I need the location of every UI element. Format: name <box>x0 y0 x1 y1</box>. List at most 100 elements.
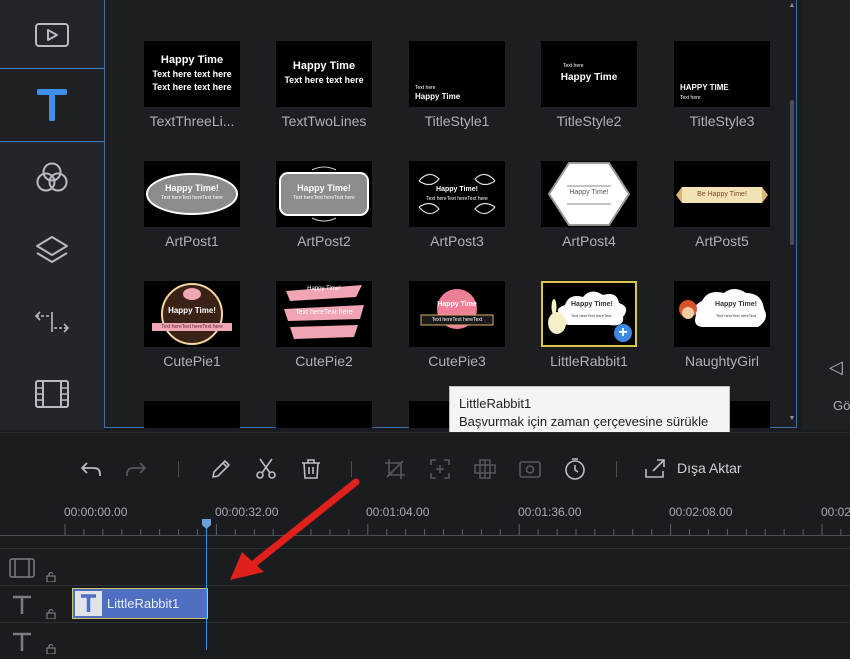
play-icon <box>35 23 69 47</box>
template-label: ArtPost2 <box>297 233 351 249</box>
template-label: ArtPost4 <box>562 233 616 249</box>
preview-line: Text here text here <box>152 82 232 92</box>
sidebar-item-filters[interactable] <box>0 142 104 214</box>
template-tile-cutepie1[interactable]: Happy Time! Text hereText hereText here … <box>144 281 240 369</box>
sidebar-item-overlays[interactable] <box>0 214 104 286</box>
text-icon <box>13 595 31 614</box>
preview-line: Text hereText hereText here <box>161 195 223 201</box>
toolbar-separator <box>351 461 352 477</box>
duration-icon[interactable] <box>563 457 587 481</box>
preview-title: Happy Time! <box>715 301 757 308</box>
template-tile-partial[interactable] <box>144 401 240 428</box>
preview-title: Happy Time! <box>571 301 613 308</box>
add-icon[interactable]: + <box>614 324 632 342</box>
template-tile-artpost1[interactable]: Happy Time! Text hereText hereText here … <box>144 161 240 249</box>
delete-icon[interactable] <box>299 457 323 481</box>
timeline-ruler[interactable]: 00:00:00.00 00:00:32.00 00:01:04.00 00:0… <box>0 502 850 548</box>
template-tile-naughtygirl[interactable]: Happy Time! Text hereText hereText Naugh… <box>674 281 770 369</box>
previous-frame-icon[interactable]: ◁ <box>829 357 843 378</box>
toolbar-separator <box>178 461 179 477</box>
redo-icon[interactable] <box>124 457 148 481</box>
preview-line: Text here <box>415 85 436 91</box>
template-tile-artpost4[interactable]: Happy Time! ArtPost4 <box>541 161 637 249</box>
template-tile-artpost2[interactable]: Happy Time! Text hereText hereText here … <box>276 161 372 249</box>
banner-shape <box>146 173 238 215</box>
template-tile-titlestyle1[interactable]: Text here Happy Time TitleStyle1 <box>409 41 505 129</box>
left-sidebar <box>0 0 104 430</box>
export-icon[interactable] <box>643 457 667 481</box>
banner-shape <box>279 166 369 222</box>
template-tile-cutepie2[interactable]: Happy Time! Text hereText here CutePie2 <box>276 281 372 369</box>
tooltip-title: LittleRabbit1 <box>459 396 532 411</box>
template-tile-titlestyle2[interactable]: Text here Happy Time TitleStyle2 <box>541 41 637 129</box>
preview-line: Text hereText hereText <box>715 313 757 318</box>
pie-shape <box>420 289 494 329</box>
edit-icon[interactable] <box>209 457 233 481</box>
timecode: 00:00:32.00 <box>215 505 279 519</box>
lock-icon[interactable] <box>46 608 56 619</box>
template-tile-partial[interactable] <box>730 401 770 428</box>
template-thumbnail: Happy Time Text hereText hereText <box>409 281 505 347</box>
template-tile-partial[interactable] <box>276 401 372 428</box>
playhead-handle[interactable] <box>201 518 212 530</box>
preview-line: Text hereText here <box>295 309 353 316</box>
track-header <box>0 586 62 622</box>
tooltip-body: Başvurmak için zaman çerçevesine sürükle <box>459 414 709 429</box>
mosaic-icon[interactable] <box>473 457 497 481</box>
scroll-down-icon[interactable]: ▼ <box>787 415 797 422</box>
text-icon <box>37 89 67 121</box>
preview-line: Text here text here <box>152 69 232 79</box>
undo-icon[interactable] <box>79 457 103 481</box>
filter-circles-icon <box>36 162 68 192</box>
toolbar-separator <box>616 461 617 477</box>
preview-title: HAPPY TIME <box>680 83 729 92</box>
lock-icon[interactable] <box>46 571 56 582</box>
template-tile-cutepie3[interactable]: Happy Time Text hereText hereText CutePi… <box>409 281 505 369</box>
template-tile-artpost5[interactable]: Be Happy Time! ArtPost5 <box>674 161 770 249</box>
text-clip[interactable]: LittleRabbit1 <box>72 588 208 619</box>
tooltip: LittleRabbit1 Başvurmak için zaman çerçe… <box>449 386 730 438</box>
template-label: TitleStyle1 <box>424 113 490 129</box>
track-header <box>0 623 62 659</box>
sidebar-item-transitions[interactable] <box>0 286 104 358</box>
editing-toolbar: Dışa Aktar <box>0 432 850 503</box>
template-thumbnail: Text here Happy Time <box>541 41 637 107</box>
preview-line: Text hereText hereText here <box>426 196 488 202</box>
template-thumbnail: Happy Time! Text hereText hereText here <box>409 161 505 227</box>
clip-label: LittleRabbit1 <box>107 596 180 611</box>
scroll-thumb[interactable] <box>790 100 794 245</box>
lock-icon[interactable] <box>46 643 56 654</box>
preview-line: Text hereText hereText here <box>161 324 223 330</box>
playhead[interactable] <box>206 528 207 650</box>
preview-title: Happy Time! <box>168 306 216 315</box>
template-thumbnail: Text here Happy Time <box>409 41 505 107</box>
text-icon <box>75 591 102 616</box>
template-tile-titlestyle3[interactable]: HAPPY TIME Text here TitleStyle3 <box>674 41 770 129</box>
sidebar-item-text[interactable] <box>0 68 104 142</box>
template-tile-texttwolines[interactable]: Happy Time Text here text here TextTwoLi… <box>276 41 372 129</box>
freeze-frame-icon[interactable] <box>518 457 542 481</box>
timecode: 00:01:36.00 <box>518 505 582 519</box>
scroll-up-icon[interactable]: ▲ <box>787 2 797 9</box>
template-thumbnail: Happy Time! Text hereText hereText here <box>144 161 240 227</box>
template-tile-artpost3[interactable]: Happy Time! Text hereText hereText here … <box>409 161 505 249</box>
preview-line: Text hereText hereText <box>571 313 612 318</box>
template-label: CutePie1 <box>163 353 221 369</box>
library-scrollbar[interactable]: ▲ ▼ <box>787 0 797 428</box>
zoom-icon[interactable] <box>428 457 452 481</box>
template-thumbnail: Happy Time! Text hereText hereText + <box>541 281 637 347</box>
sidebar-item-media[interactable] <box>0 0 104 68</box>
template-tile-textthreelines[interactable]: Happy Time Text here text here Text here… <box>144 41 240 129</box>
preview-line: Text here <box>563 63 584 69</box>
cut-icon[interactable] <box>254 457 278 481</box>
template-tile-partial[interactable] <box>409 401 449 428</box>
crop-icon[interactable] <box>383 457 407 481</box>
sidebar-item-elements[interactable] <box>0 358 104 430</box>
ruler-ticks <box>0 524 850 536</box>
template-thumbnail: Happy Time Text here text here Text here… <box>144 41 240 107</box>
preview-title: Happy Time! <box>307 286 341 292</box>
template-tile-littlerabbit1[interactable]: Happy Time! Text hereText hereText + Lit… <box>541 281 637 369</box>
preview-title: Happy Time! <box>165 183 219 193</box>
ornament-shape <box>418 173 496 215</box>
export-button-label[interactable]: Dışa Aktar <box>677 460 742 476</box>
